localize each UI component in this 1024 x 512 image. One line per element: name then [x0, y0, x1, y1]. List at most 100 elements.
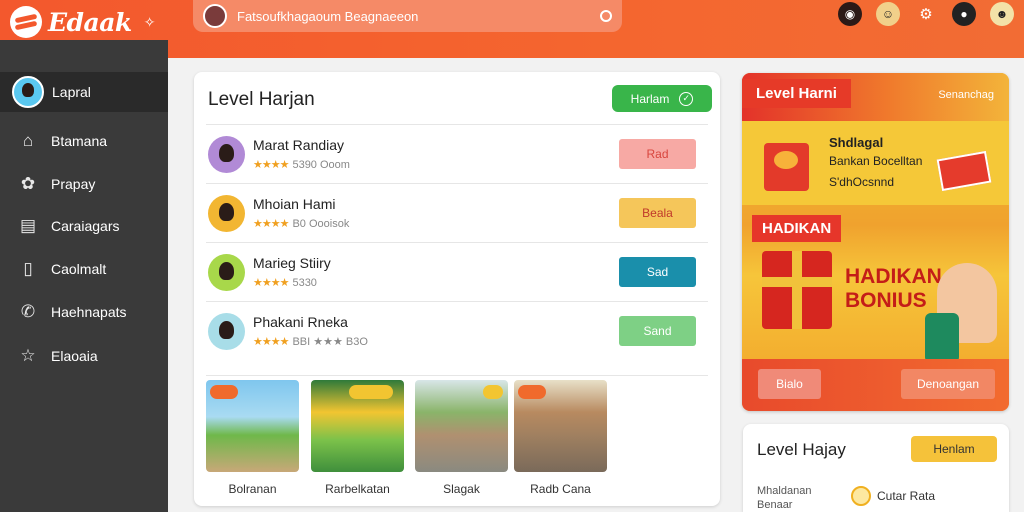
list-item-button[interactable]: Sand — [619, 316, 696, 346]
thumbnail-caption: Bolranan — [228, 482, 277, 496]
list-item-meta: ★★★★ B0 Oooisok — [253, 217, 349, 230]
sidebar-item-label: Caraiagars — [51, 218, 120, 234]
list-item-meta: ★★★★ 5330 — [253, 276, 317, 289]
list-item-name: Phakani Rneka — [253, 314, 348, 330]
settings-icon[interactable]: ⚙ — [914, 2, 938, 26]
promo-offer-code: S'dhOcsnnd — [829, 175, 894, 189]
mascot-icon[interactable]: ◉ — [838, 2, 862, 26]
thumbnail-caption: Slagak — [443, 482, 480, 496]
avatar — [208, 195, 245, 232]
profile-icon[interactable]: ● — [952, 2, 976, 26]
rating-stars: ★★★★ — [253, 218, 289, 230]
sidebar-item-label: Caolmalt — [51, 261, 107, 277]
rating-stars: ★★★★ — [253, 277, 289, 289]
top-icons: ◉ ☺ ⚙ ● ☻ — [838, 2, 1014, 26]
sidebar-item-contacts[interactable]: ✆ Haehnapats — [0, 292, 168, 332]
thumbnail-badge — [518, 385, 546, 399]
sidebar-item-home[interactable]: ⌂ Btamana — [0, 121, 168, 161]
promo-title: Level Harni — [742, 79, 851, 108]
promo-offer-line: Bankan Bocelltan — [829, 154, 923, 168]
summary-subtext: Mhaldanan Benaar — [757, 484, 811, 512]
logo-icon — [10, 6, 42, 38]
sidebar-item-label: Haehnapats — [51, 304, 127, 320]
avatar — [12, 76, 44, 108]
level-action-button[interactable]: Harlam ✓ — [612, 85, 712, 112]
bonus-title-line1: HADIKAN — [845, 265, 942, 288]
level-action-label: Harlam — [630, 91, 670, 106]
bonus-ribbon: HADIKAN — [752, 215, 842, 242]
sidebar-item-profile[interactable]: Lapral — [0, 72, 168, 112]
big-gift-icon — [762, 251, 832, 329]
thumbnail-image — [514, 380, 607, 472]
thumbnail-caption: Radb Cana — [530, 482, 591, 496]
list-item-button[interactable]: Beala — [619, 198, 696, 228]
summary-reward[interactable]: Cutar Rata — [851, 486, 935, 506]
phone-illustration — [925, 313, 959, 363]
phone-icon: ✆ — [20, 302, 36, 321]
thumbnail-caption: Rarbelkatan — [325, 482, 390, 496]
emoji-icon[interactable]: ☺ — [876, 2, 900, 26]
list-item[interactable]: Mhoian Hami ★★★★ B0 Oooisok Beala — [206, 183, 708, 241]
search-icon[interactable] — [600, 10, 612, 22]
rating-stars: ★★★★ — [253, 159, 289, 171]
promo-offer-title: Shdlagal — [829, 135, 884, 150]
coin-icon — [851, 486, 871, 506]
sidebar-item-label: Prapay — [51, 176, 96, 192]
list-item-name: Mhoian Hami — [253, 196, 336, 212]
user-avatar-icon[interactable]: ☻ — [990, 2, 1014, 26]
list-item[interactable]: Marat Randiay ★★★★ 5390 Ooom Rad — [206, 124, 708, 182]
thumbnail-badge — [210, 385, 238, 399]
list-item-meta-text: B0 Oooisok — [292, 218, 350, 230]
promo-primary-button[interactable]: Denoangan — [901, 369, 995, 399]
summary-subtext-line2: Benaar — [757, 499, 793, 511]
promo-banner[interactable]: Level Harni Senanchag Shdlagal Bankan Bo… — [742, 73, 1009, 411]
logo-text: Edaak — [48, 7, 132, 37]
avatar — [208, 254, 245, 291]
list-item-meta: ★★★★ BBI ★★★ B3O — [253, 335, 368, 348]
list-item-meta-text: 5330 — [292, 277, 317, 289]
list-item-button[interactable]: Rad — [619, 139, 696, 169]
level-list-card: Level Harjan Harlam ✓ Marat Randiay ★★★★ 5… — [194, 72, 720, 506]
thumbnail-image — [415, 380, 508, 472]
star-icon: ☆ — [20, 346, 36, 365]
bonus-title: HADIKAN BONIUS — [845, 265, 942, 313]
sidebar-item-label: Lapral — [52, 84, 91, 100]
thumbnail-badge — [483, 385, 503, 399]
list-item-name: Marieg Stiiry — [253, 255, 331, 271]
promo-secondary-button[interactable]: Bialo — [758, 369, 821, 399]
list-item[interactable]: Marieg Stiiry ★★★★ 5330 Sad — [206, 242, 708, 300]
promo-header: Level Harni Senanchag — [742, 73, 1009, 121]
logo-sparkle-icon: ✧ — [143, 13, 156, 30]
summary-subtext-line1: Mhaldanan — [757, 485, 812, 497]
thumbnail-image — [311, 380, 404, 472]
list-item[interactable]: Phakani Rneka ★★★★ BBI ★★★ B3O Sand — [206, 301, 708, 359]
promo-header-link[interactable]: Senanchag — [938, 89, 994, 101]
summary-title: Level Hajay — [757, 440, 846, 459]
list-item-meta-text: 5390 Ooom — [292, 159, 350, 171]
rating-stars: ★★★★ — [253, 336, 289, 348]
home-icon: ⌂ — [22, 131, 34, 150]
list-item-name: Marat Randiay — [253, 137, 345, 153]
list-item-meta-text: BBI ★★★ B3O — [292, 336, 368, 348]
thumbnail-badge — [349, 385, 393, 399]
sidebar-item-play[interactable]: ✿ Prapay — [0, 164, 168, 204]
sidebar-item-favorites[interactable]: ☆ Elaoaia — [0, 336, 168, 376]
sidebar-item-cards[interactable]: ▤ Caraiagars — [0, 206, 168, 246]
promo-footer: Bialo Denoangan — [742, 359, 1009, 411]
app-logo[interactable]: Edaak ✧ — [10, 6, 156, 38]
check-circle-icon: ✓ — [679, 91, 694, 106]
summary-reward-label: Cutar Rata — [877, 489, 936, 503]
gift-box-icon — [764, 143, 809, 191]
thumbnail-strip: Bolranan Rarbelkatan Slagak Radb Cana — [206, 375, 708, 496]
sidebar-item-label: Elaoaia — [51, 348, 98, 364]
sidebar: Lapral ⌂ Btamana ✿ Prapay ▤ Caraiagars ▯… — [0, 40, 168, 512]
thumbnail-image — [206, 380, 299, 472]
search-input[interactable]: Fatsoufkhagaoum Beagnaeeon — [237, 9, 600, 24]
avatar — [208, 313, 245, 350]
game-icon: ✿ — [20, 174, 36, 193]
summary-button[interactable]: Henlam — [911, 436, 997, 462]
list-item-button[interactable]: Sad — [619, 257, 696, 287]
search-bar[interactable]: Fatsoufkhagaoum Beagnaeeon — [193, 0, 622, 32]
sidebar-item-bookmarks[interactable]: ▯ Caolmalt — [0, 249, 168, 289]
bonus-title-line2: BONIUS — [845, 289, 927, 312]
